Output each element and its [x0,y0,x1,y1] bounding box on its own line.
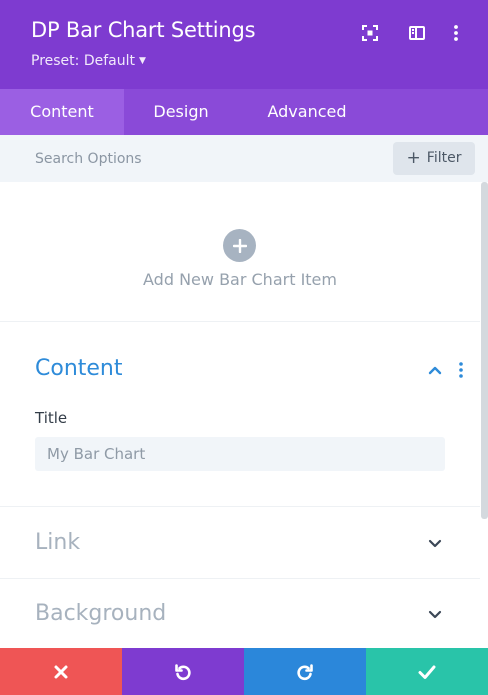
section-menu-icon[interactable] [457,361,465,379]
modal-header: DP Bar Chart Settings Preset: Default ▼ [0,0,488,89]
plus-icon [232,238,247,253]
filter-button[interactable]: + Filter [393,142,475,175]
chevron-up-icon[interactable] [427,362,443,378]
caret-down-icon: ▼ [138,56,146,66]
close-icon [54,665,68,678]
undo-button[interactable] [122,648,244,695]
preset-selector[interactable]: Preset: Default ▼ [31,53,146,69]
redo-button[interactable] [244,648,366,695]
cancel-button[interactable] [0,648,122,695]
undo-icon [175,663,191,680]
scrollbar[interactable] [481,182,488,519]
chevron-down-icon[interactable] [427,606,443,622]
chevron-down-icon[interactable] [427,535,443,551]
link-section[interactable]: Link [0,508,480,579]
background-section[interactable]: Background [0,579,480,650]
more-vertical-icon[interactable] [447,24,465,42]
title-input[interactable] [35,437,445,471]
modal-footer [0,648,488,695]
check-icon [418,665,436,679]
search-input[interactable] [20,143,380,175]
add-item-label[interactable]: Add New Bar Chart Item [0,270,480,289]
link-section-title[interactable]: Link [35,530,80,555]
filter-label: Filter [426,150,462,166]
settings-tabs: Content Design Advanced [0,89,488,135]
add-item-button[interactable] [223,229,256,262]
add-item-area: Add New Bar Chart Item [0,182,480,322]
tab-design[interactable]: Design [124,89,238,135]
tab-content[interactable]: Content [0,89,124,135]
sidebar-toggle-icon[interactable] [408,24,426,42]
content-section: Content Title [0,323,480,507]
modal-title: DP Bar Chart Settings [31,18,256,42]
plus-icon: + [406,148,421,168]
preset-label: Preset: Default [31,53,135,69]
redo-icon [297,663,313,680]
search-bar: + Filter [0,135,488,182]
content-section-title[interactable]: Content [35,356,123,381]
title-field-label: Title [35,409,68,427]
expand-icon[interactable] [361,24,379,42]
background-section-title[interactable]: Background [35,601,166,626]
save-button[interactable] [366,648,488,695]
tab-advanced[interactable]: Advanced [238,89,376,135]
